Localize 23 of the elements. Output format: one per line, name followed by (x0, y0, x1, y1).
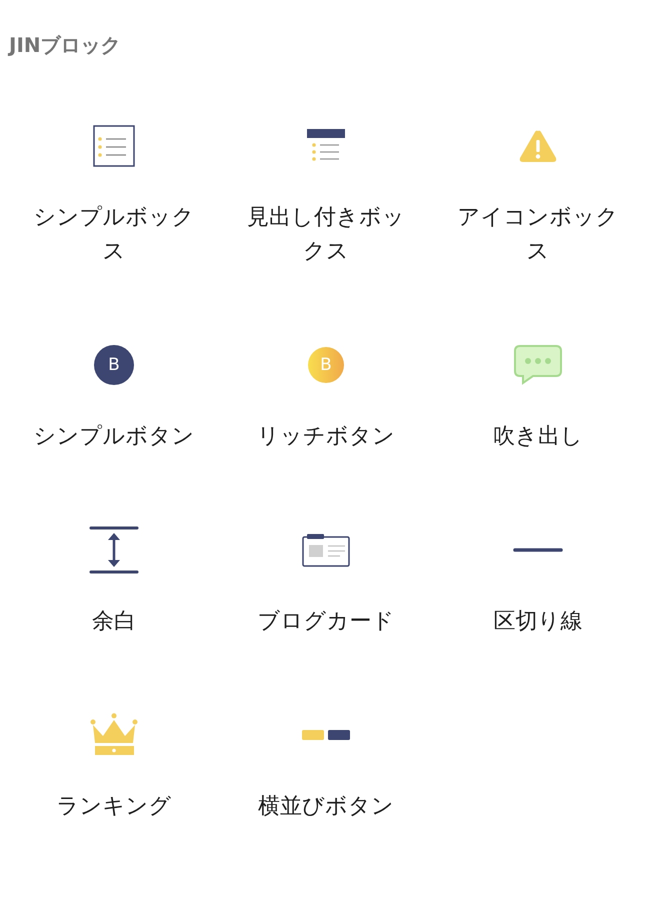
block-label[interactable]: 余白 (92, 605, 136, 639)
block-label[interactable]: リッチボタン (257, 420, 395, 454)
two-buttons-icon (301, 729, 351, 741)
block-label[interactable]: 吹き出し (493, 420, 583, 454)
block-label[interactable]: 横並びボタン (258, 790, 394, 824)
list-box-icon (93, 125, 135, 167)
crown-icon (90, 713, 138, 757)
warning-icon (518, 129, 558, 163)
block-label[interactable]: 見出し付きボックス (240, 201, 412, 269)
block-label[interactable]: ブログカード (258, 605, 394, 639)
block-label[interactable]: ランキング (56, 790, 172, 824)
vertical-spacing-icon (89, 526, 139, 574)
block-label[interactable]: 区切り線 (494, 605, 582, 639)
block-label[interactable]: シンプルボタン (34, 420, 194, 454)
section-title: JINブロック (9, 32, 122, 59)
speech-bubble-icon (513, 344, 563, 386)
block-label[interactable]: アイコンボックス (452, 201, 624, 269)
titled-list-icon (306, 128, 346, 164)
card-icon (302, 533, 350, 567)
button-icon: B (308, 347, 344, 383)
block-label[interactable]: シンプルボックス (28, 201, 200, 269)
line-icon (513, 547, 563, 553)
button-icon: B (94, 345, 134, 385)
